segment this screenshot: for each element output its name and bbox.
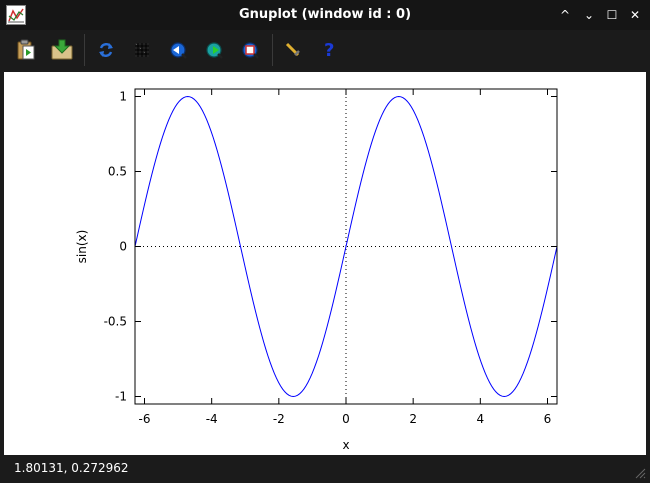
y-tick-label: -1 — [115, 390, 127, 404]
clipboard-copy-button[interactable] — [14, 38, 38, 62]
y-axis-label: sin(x) — [75, 230, 89, 264]
y-tick-label: 0.5 — [108, 165, 127, 179]
settings-icon — [285, 42, 300, 57]
clipboard-copy-icon — [17, 39, 35, 60]
x-tick-label: -2 — [273, 412, 285, 426]
autoscale-icon — [242, 42, 259, 59]
status-bar: 1.80131, 0.272962 — [0, 455, 650, 483]
zoom-previous-button[interactable] — [166, 38, 190, 62]
export-icon — [51, 39, 73, 60]
plot-canvas[interactable]: -6 -4 -2 0 2 4 6 -1 -0.5 0 0.5 1 x sin(x) — [4, 72, 646, 455]
zoom-previous-icon — [170, 42, 187, 59]
settings-button[interactable] — [281, 38, 305, 62]
y-tick-label: -0.5 — [104, 315, 127, 329]
x-tick-label: -4 — [206, 412, 218, 426]
x-tick-label: 4 — [477, 412, 485, 426]
x-axis-label: x — [342, 438, 349, 452]
grid-icon — [135, 43, 149, 57]
shade-button[interactable]: ^ — [556, 6, 574, 24]
sine-plot[interactable]: -6 -4 -2 0 2 4 6 -1 -0.5 0 0.5 1 x sin(x) — [4, 72, 646, 455]
minimize-button[interactable]: ⌄ — [580, 6, 598, 24]
zoom-next-button[interactable] — [202, 38, 226, 62]
export-button[interactable] — [50, 38, 74, 62]
svg-text:?: ? — [324, 40, 334, 60]
x-tick-label: 6 — [544, 412, 552, 426]
cursor-coordinates: 1.80131, 0.272962 — [14, 461, 129, 475]
toolbar-separator — [272, 34, 273, 66]
help-icon: ? — [324, 40, 334, 60]
x-tick-label: 0 — [342, 412, 350, 426]
x-tick-label: -6 — [139, 412, 151, 426]
zoom-next-icon — [206, 42, 223, 59]
toolbar: ? — [0, 30, 650, 70]
title-bar: Gnuplot (window id : 0) ^ ⌄ ☐ ✕ — [0, 0, 650, 30]
resize-grip-icon[interactable] — [632, 465, 646, 479]
autoscale-button[interactable] — [238, 38, 262, 62]
grid-button[interactable] — [130, 38, 154, 62]
x-tick-label: 2 — [409, 412, 417, 426]
y-tick-label: 1 — [119, 90, 127, 104]
toolbar-separator — [84, 34, 85, 66]
replot-icon — [99, 43, 113, 57]
replot-button[interactable] — [94, 38, 118, 62]
y-tick-label: 0 — [119, 240, 127, 254]
close-button[interactable]: ✕ — [626, 6, 644, 24]
maximize-button[interactable]: ☐ — [603, 6, 621, 24]
window-title: Gnuplot (window id : 0) — [238, 7, 412, 22]
help-button[interactable]: ? — [317, 38, 341, 62]
